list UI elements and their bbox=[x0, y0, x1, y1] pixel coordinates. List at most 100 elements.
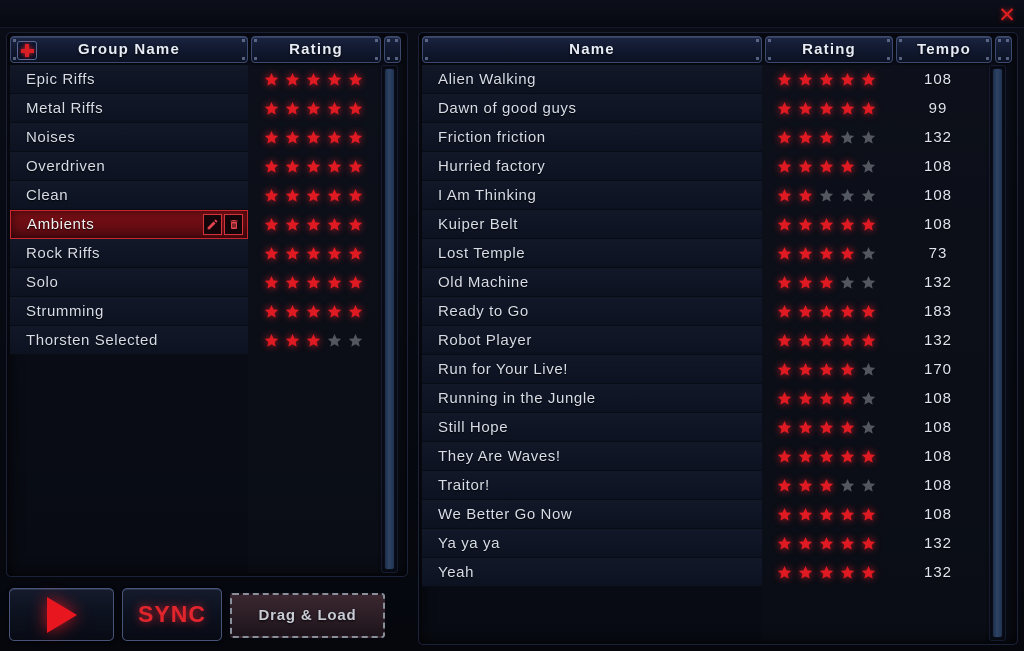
star-icon[interactable] bbox=[306, 188, 321, 203]
rating-stars[interactable] bbox=[264, 275, 363, 290]
track-row[interactable]: Run for Your Live! bbox=[422, 355, 762, 384]
star-icon[interactable] bbox=[327, 333, 342, 348]
rating-stars[interactable] bbox=[777, 304, 876, 319]
star-icon[interactable] bbox=[840, 217, 855, 232]
rating-stars[interactable] bbox=[777, 478, 876, 493]
rating-stars[interactable] bbox=[777, 391, 876, 406]
rating-stars[interactable] bbox=[264, 130, 363, 145]
star-icon[interactable] bbox=[777, 159, 792, 174]
star-icon[interactable] bbox=[798, 362, 813, 377]
drag-and-load-dropzone[interactable]: Drag & Load bbox=[230, 593, 385, 638]
star-icon[interactable] bbox=[861, 304, 876, 319]
star-icon[interactable] bbox=[264, 217, 279, 232]
rating-stars[interactable] bbox=[777, 536, 876, 551]
star-icon[interactable] bbox=[348, 275, 363, 290]
star-icon[interactable] bbox=[264, 188, 279, 203]
star-icon[interactable] bbox=[798, 333, 813, 348]
star-icon[interactable] bbox=[798, 420, 813, 435]
star-icon[interactable] bbox=[348, 188, 363, 203]
star-icon[interactable] bbox=[777, 246, 792, 261]
star-icon[interactable] bbox=[840, 130, 855, 145]
star-icon[interactable] bbox=[798, 217, 813, 232]
star-icon[interactable] bbox=[285, 217, 300, 232]
star-icon[interactable] bbox=[798, 159, 813, 174]
star-icon[interactable] bbox=[306, 217, 321, 232]
star-icon[interactable] bbox=[777, 188, 792, 203]
star-icon[interactable] bbox=[840, 304, 855, 319]
track-row[interactable]: Ya ya ya bbox=[422, 529, 762, 558]
track-row[interactable]: Alien Walking bbox=[422, 65, 762, 94]
star-icon[interactable] bbox=[348, 246, 363, 261]
star-icon[interactable] bbox=[819, 449, 834, 464]
star-icon[interactable] bbox=[819, 159, 834, 174]
star-icon[interactable] bbox=[777, 536, 792, 551]
star-icon[interactable] bbox=[819, 72, 834, 87]
track-row[interactable]: We Better Go Now bbox=[422, 500, 762, 529]
star-icon[interactable] bbox=[798, 449, 813, 464]
star-icon[interactable] bbox=[348, 72, 363, 87]
star-icon[interactable] bbox=[327, 159, 342, 174]
star-icon[interactable] bbox=[327, 188, 342, 203]
rating-stars[interactable] bbox=[777, 362, 876, 377]
star-icon[interactable] bbox=[861, 217, 876, 232]
close-icon[interactable]: ✕ bbox=[994, 2, 1020, 28]
star-icon[interactable] bbox=[819, 391, 834, 406]
star-icon[interactable] bbox=[861, 507, 876, 522]
track-row[interactable]: Traitor! bbox=[422, 471, 762, 500]
group-row[interactable]: Strumming bbox=[10, 297, 248, 326]
star-icon[interactable] bbox=[306, 159, 321, 174]
star-icon[interactable] bbox=[840, 333, 855, 348]
star-icon[interactable] bbox=[777, 72, 792, 87]
star-icon[interactable] bbox=[819, 362, 834, 377]
star-icon[interactable] bbox=[777, 333, 792, 348]
star-icon[interactable] bbox=[306, 304, 321, 319]
star-icon[interactable] bbox=[285, 246, 300, 261]
column-header-name[interactable]: Name bbox=[422, 36, 762, 63]
rating-stars[interactable] bbox=[777, 188, 876, 203]
group-row[interactable]: Metal Riffs bbox=[10, 94, 248, 123]
sync-button[interactable]: SYNC bbox=[122, 588, 222, 641]
star-icon[interactable] bbox=[285, 130, 300, 145]
star-icon[interactable] bbox=[819, 420, 834, 435]
track-row[interactable]: Ready to Go bbox=[422, 297, 762, 326]
star-icon[interactable] bbox=[798, 565, 813, 580]
star-icon[interactable] bbox=[777, 420, 792, 435]
star-icon[interactable] bbox=[348, 101, 363, 116]
column-header-rating[interactable]: Rating bbox=[251, 36, 381, 63]
scrollbar-thumb[interactable] bbox=[992, 68, 1003, 638]
star-icon[interactable] bbox=[327, 304, 342, 319]
star-icon[interactable] bbox=[861, 420, 876, 435]
star-icon[interactable] bbox=[819, 536, 834, 551]
star-icon[interactable] bbox=[861, 246, 876, 261]
star-icon[interactable] bbox=[264, 333, 279, 348]
star-icon[interactable] bbox=[861, 159, 876, 174]
star-icon[interactable] bbox=[348, 159, 363, 174]
star-icon[interactable] bbox=[327, 101, 342, 116]
star-icon[interactable] bbox=[861, 565, 876, 580]
star-icon[interactable] bbox=[798, 101, 813, 116]
star-icon[interactable] bbox=[777, 217, 792, 232]
track-row[interactable]: Hurried factory bbox=[422, 152, 762, 181]
rating-stars[interactable] bbox=[777, 217, 876, 232]
star-icon[interactable] bbox=[306, 72, 321, 87]
star-icon[interactable] bbox=[327, 130, 342, 145]
column-header-name[interactable]: Group Name bbox=[10, 36, 248, 63]
group-row-selected[interactable]: Ambients bbox=[10, 210, 248, 239]
star-icon[interactable] bbox=[327, 246, 342, 261]
star-icon[interactable] bbox=[861, 275, 876, 290]
star-icon[interactable] bbox=[285, 101, 300, 116]
star-icon[interactable] bbox=[840, 391, 855, 406]
star-icon[interactable] bbox=[840, 449, 855, 464]
track-row[interactable]: Still Hope bbox=[422, 413, 762, 442]
rating-stars[interactable] bbox=[777, 130, 876, 145]
star-icon[interactable] bbox=[264, 304, 279, 319]
star-icon[interactable] bbox=[798, 536, 813, 551]
star-icon[interactable] bbox=[840, 565, 855, 580]
rating-stars[interactable] bbox=[264, 159, 363, 174]
rating-stars[interactable] bbox=[777, 159, 876, 174]
star-icon[interactable] bbox=[327, 72, 342, 87]
track-list-scrollbar[interactable] bbox=[989, 65, 1006, 641]
star-icon[interactable] bbox=[327, 275, 342, 290]
star-icon[interactable] bbox=[861, 362, 876, 377]
star-icon[interactable] bbox=[264, 72, 279, 87]
